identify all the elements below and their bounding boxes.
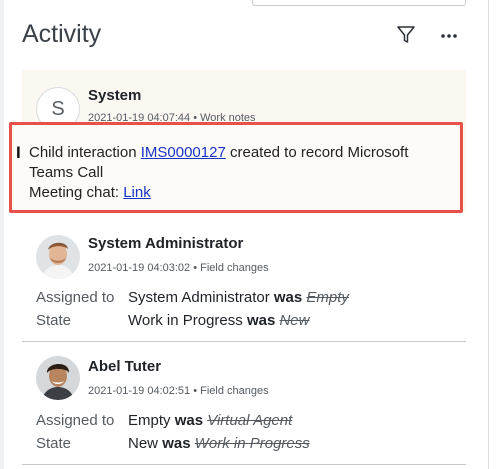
- field-old-value: New: [279, 312, 310, 329]
- field-name: Assigned to: [36, 412, 115, 429]
- entry-author: Abel Tuter: [88, 358, 162, 375]
- entry-divider: [22, 341, 466, 342]
- interaction-link[interactable]: IMS0000127: [141, 144, 226, 161]
- avatar: [36, 235, 80, 279]
- highlighted-work-note: I Child interaction IMS0000127 created t…: [9, 122, 463, 213]
- field-name: Assigned to: [36, 289, 115, 306]
- user-photo-icon: [36, 235, 80, 279]
- field-old-value: Work in Progress: [194, 435, 310, 452]
- field-change-row: Assigned to Empty was Virtual Agent: [36, 412, 292, 429]
- filter-button[interactable]: [396, 24, 416, 46]
- work-note-body: Child interaction IMS0000127 created to …: [29, 143, 449, 203]
- was-label: was: [273, 289, 303, 306]
- field-old-value: Empty: [306, 289, 349, 306]
- field-old-value: Virtual Agent: [207, 412, 293, 429]
- was-label: was: [162, 435, 191, 452]
- field-change-row: Assigned to System Administrator was Empt…: [36, 289, 349, 306]
- work-note-text: Child interaction: [29, 144, 141, 161]
- activity-header: Activity: [22, 18, 470, 54]
- entry-divider: [22, 464, 466, 465]
- field-new-value: System Administrator: [128, 289, 270, 306]
- field-new-value: Empty: [128, 412, 171, 429]
- more-options-button[interactable]: [438, 24, 460, 46]
- entry-meta: 2021-01-19 04:02:51 • Field changes: [88, 385, 269, 397]
- top-input-edge[interactable]: [252, 0, 466, 6]
- more-options-icon: [441, 34, 457, 38]
- entry-meta: 2021-01-19 04:03:02 • Field changes: [88, 262, 269, 274]
- entry-author: System: [88, 87, 142, 104]
- text-cursor-icon: I: [16, 143, 21, 162]
- entry-author: System Administrator: [88, 235, 244, 252]
- field-name: State: [36, 435, 72, 452]
- panel-right-border: [488, 0, 489, 469]
- avatar: [36, 356, 80, 400]
- user-photo-icon: [36, 356, 80, 400]
- field-change-row: State New was Work in Progress: [36, 435, 310, 452]
- page-title: Activity: [22, 20, 102, 48]
- field-change-row: State Work in Progress was New: [36, 312, 309, 329]
- field-name: State: [36, 312, 72, 329]
- was-label: was: [174, 412, 204, 429]
- activity-entry-system-administrator: System Administrator 2021-01-19 04:03:02…: [22, 222, 466, 340]
- meeting-chat-link[interactable]: Link: [123, 184, 151, 201]
- left-panel-edge: [0, 0, 4, 469]
- field-new-value: Work in Progress: [128, 312, 243, 329]
- meeting-chat-label: Meeting chat:: [29, 184, 124, 201]
- was-label: was: [246, 312, 276, 329]
- filter-icon: [397, 26, 415, 43]
- field-new-value: New: [128, 435, 159, 452]
- activity-entry-abel-tuter: Abel Tuter 2021-01-19 04:02:51 • Field c…: [22, 345, 466, 463]
